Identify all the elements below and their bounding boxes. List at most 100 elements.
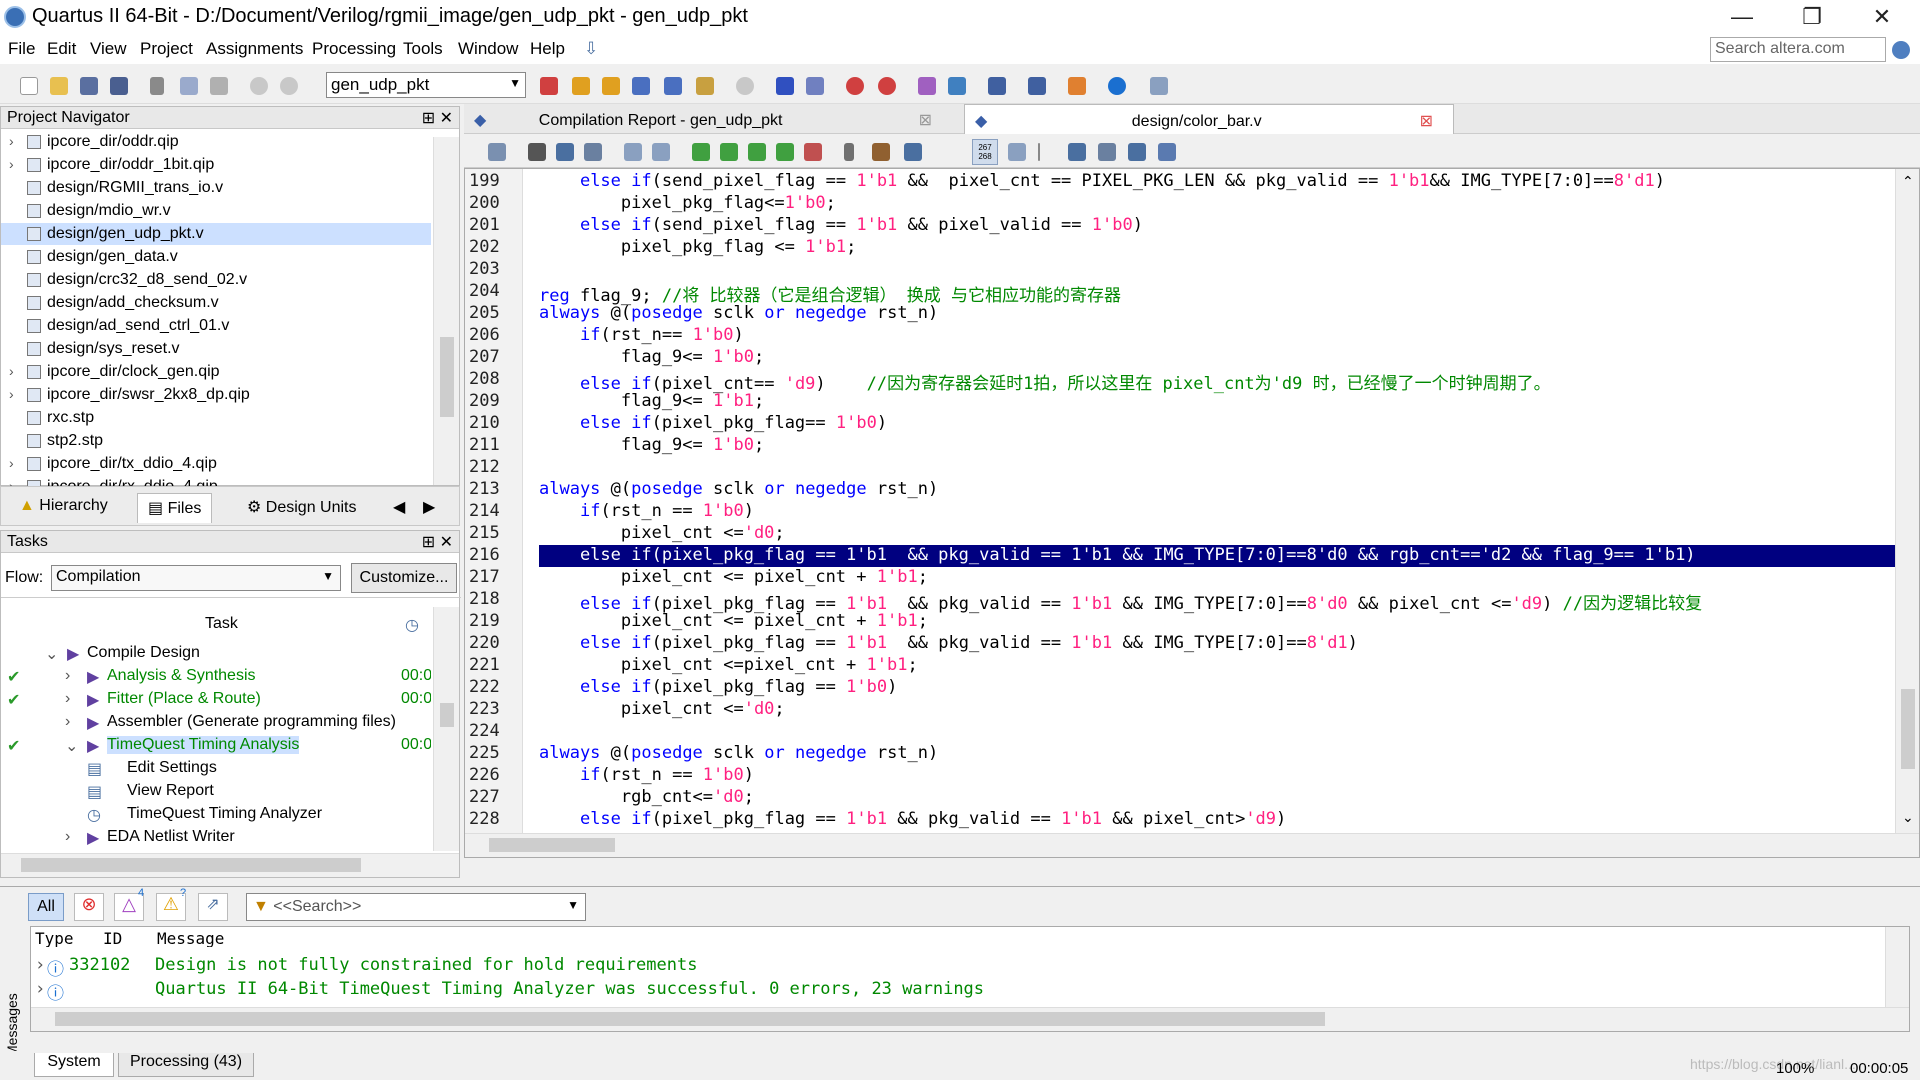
globe-icon[interactable] xyxy=(1892,41,1910,59)
paste-icon[interactable] xyxy=(210,77,228,95)
navigator-file-item[interactable]: › ipcore_dir/clock_gen.qip xyxy=(1,361,431,383)
message-hscrollbar[interactable] xyxy=(31,1007,1909,1031)
editor-scroll-thumb[interactable] xyxy=(1901,689,1915,769)
sync-icon[interactable] xyxy=(1128,143,1146,161)
task-row[interactable]: ▤ View Report xyxy=(1,781,431,803)
uncomment-icon[interactable] xyxy=(872,143,890,161)
error-filter-icon[interactable]: ⊗ xyxy=(74,893,104,921)
goto-line-icon[interactable] xyxy=(584,143,602,161)
timequest-icon[interactable] xyxy=(846,77,864,95)
menu-processing[interactable]: Processing xyxy=(312,39,396,59)
task-row[interactable]: ✔ › ▶ Analysis & Synthesis 00:0 xyxy=(1,666,431,688)
expand-arrow-icon[interactable]: › xyxy=(9,156,14,172)
code-line[interactable]: else if(pixel_pkg_flag == 1'b1 && pkg_va… xyxy=(539,633,1358,653)
cut-icon[interactable] xyxy=(150,77,164,95)
next-bookmark-icon[interactable] xyxy=(720,143,738,161)
flow-select[interactable]: Compilation ▼ xyxy=(51,565,341,591)
expand-arrow-icon[interactable]: › xyxy=(65,667,70,685)
code-line[interactable]: if(rst_n == 1'b0) xyxy=(539,501,754,521)
line-number-toggle-icon[interactable]: 267 268 xyxy=(972,139,998,165)
menu-file[interactable]: File xyxy=(8,39,35,59)
settings-icon[interactable] xyxy=(602,77,620,95)
unindent-icon[interactable] xyxy=(652,143,670,161)
page-setup-icon[interactable] xyxy=(488,143,506,161)
task-row[interactable]: › ▶ Assembler (Generate programming files) xyxy=(1,712,431,734)
menu-project[interactable]: Project xyxy=(140,39,193,59)
expand-arrow-icon[interactable]: › xyxy=(65,690,70,708)
analysis-elaboration-icon[interactable] xyxy=(806,77,824,95)
run-task-icon[interactable]: ▶ xyxy=(87,713,99,733)
menu-tools[interactable]: Tools xyxy=(403,39,443,59)
navigator-file-item[interactable]: design/ad_send_ctrl_01.v xyxy=(1,315,431,337)
code-line[interactable]: else if(send_pixel_flag == 1'b1 && pixel… xyxy=(539,171,1665,191)
signaltap-icon[interactable] xyxy=(1028,77,1046,95)
navigator-file-item[interactable]: design/RGMII_trans_io.v xyxy=(1,177,431,199)
expand-arrow-icon[interactable]: ⌄ xyxy=(65,736,78,756)
tab-compilation-report[interactable]: ◆ Compilation Report - gen_udp_pkt ⊠ xyxy=(464,104,944,134)
comment-icon[interactable] xyxy=(844,143,854,161)
expand-arrow-icon[interactable]: › xyxy=(9,455,14,471)
help-icon[interactable] xyxy=(1108,77,1126,95)
message-text[interactable]: Quartus II 64-Bit TimeQuest Timing Analy… xyxy=(155,979,984,999)
tasks-scroll-thumb[interactable] xyxy=(440,703,454,727)
prev-bookmark-icon[interactable] xyxy=(748,143,766,161)
message-search-input[interactable]: ▼ <<Search>> ▼ xyxy=(246,893,586,921)
editor-scrollbar[interactable]: ⌃ ⌄ xyxy=(1895,169,1919,833)
run-task-icon[interactable]: ▶ xyxy=(87,690,99,710)
tab-color-bar[interactable]: ◆ design/color_bar.v ⊠ xyxy=(964,104,1454,134)
tasks-scrollbar[interactable] xyxy=(433,607,459,851)
clear-all-bookmarks-icon[interactable] xyxy=(804,143,822,161)
scroll-down-icon[interactable]: ⌄ xyxy=(1902,809,1914,826)
undo-icon[interactable] xyxy=(250,77,268,95)
code-line[interactable]: always @(posedge sclk or negedge rst_n) xyxy=(539,303,938,323)
scroll-up-icon[interactable]: ⌃ xyxy=(1902,173,1914,190)
quick-access-icon[interactable] xyxy=(1150,77,1168,95)
code-line[interactable]: pixel_cnt <=pixel_cnt + 1'b1; xyxy=(539,655,918,675)
navigator-file-item[interactable]: design/gen_data.v xyxy=(1,246,431,268)
run-task-icon[interactable]: ▶ xyxy=(67,644,79,664)
chip-planner-icon[interactable] xyxy=(918,77,936,95)
expand-arrow-icon[interactable]: › xyxy=(65,828,70,846)
analysis-icon[interactable] xyxy=(632,77,650,95)
find-icon[interactable] xyxy=(528,143,546,161)
expand-arrow-icon[interactable]: › xyxy=(9,133,14,149)
save-icon[interactable] xyxy=(80,77,98,95)
split-icon[interactable] xyxy=(1098,143,1116,161)
minimize-button[interactable]: — xyxy=(1712,0,1772,34)
replace-icon[interactable] xyxy=(556,143,574,161)
navigator-file-item[interactable]: stp2.stp xyxy=(1,430,431,452)
tab-hierarchy[interactable]: ▲ Hierarchy xyxy=(9,493,118,523)
code-line[interactable]: pixel_cnt <='d0; xyxy=(539,699,785,719)
tab-scroll-right-icon[interactable]: ▶ xyxy=(421,493,437,523)
navigator-file-item[interactable]: design/add_checksum.v xyxy=(1,292,431,314)
new-file-icon[interactable] xyxy=(20,77,38,95)
code-line[interactable]: always @(posedge sclk or negedge rst_n) xyxy=(539,743,938,763)
fullscreen-icon[interactable] xyxy=(1158,143,1176,161)
suppressed-filter-icon[interactable]: ⇗ xyxy=(198,893,228,921)
tab-design-units[interactable]: ⚙ Design Units xyxy=(237,493,367,523)
expand-arrow-icon[interactable]: › xyxy=(9,363,14,379)
code-line[interactable]: else if(pixel_pkg_flag== 1'b0) xyxy=(539,413,887,433)
start-compilation-icon[interactable] xyxy=(776,77,794,95)
navigator-file-item[interactable]: › ipcore_dir/oddr_1bit.qip xyxy=(1,154,431,176)
indent-icon[interactable] xyxy=(624,143,642,161)
netlist-viewer-icon[interactable] xyxy=(948,77,966,95)
spell-icon[interactable] xyxy=(1008,143,1026,161)
tab-close-icon[interactable]: ⊠ xyxy=(919,110,932,130)
navigator-file-item[interactable]: › ipcore_dir/oddr.qip xyxy=(1,131,431,153)
code-line[interactable]: flag_9<= 1'b0; xyxy=(539,435,764,455)
code-line[interactable]: always @(posedge sclk or negedge rst_n) xyxy=(539,479,938,499)
tasks-hscrollbar[interactable] xyxy=(1,853,459,877)
tab-processing[interactable]: Processing (43) xyxy=(118,1053,254,1077)
maximize-button[interactable]: ❐ xyxy=(1782,0,1842,34)
expand-arrow-icon[interactable]: › xyxy=(35,955,45,975)
code-line[interactable]: else if(send_pixel_flag == 1'b1 && pixel… xyxy=(539,215,1143,235)
programmer-icon[interactable] xyxy=(988,77,1006,95)
menu-help[interactable]: Help xyxy=(530,39,565,59)
expand-arrow-icon[interactable]: ⌄ xyxy=(45,644,58,664)
task-column-header[interactable]: Task xyxy=(205,615,238,633)
tasks-hscroll-thumb[interactable] xyxy=(21,858,361,872)
task-row[interactable]: ✔ › ▶ Fitter (Place & Route) 00:0 xyxy=(1,689,431,711)
navigator-file-item[interactable]: design/crc32_d8_send_02.v xyxy=(1,269,431,291)
search-input[interactable]: Search altera.com xyxy=(1710,37,1886,62)
